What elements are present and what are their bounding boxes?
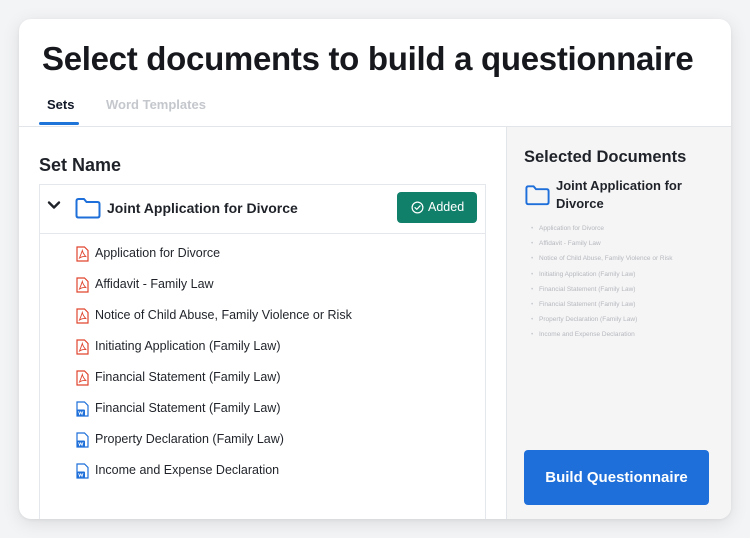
chevron-down-icon[interactable]: [46, 197, 62, 213]
selected-set-name: Joint Application for Divorce: [556, 178, 682, 211]
document-label: Property Declaration (Family Law): [95, 432, 284, 446]
dialog-card: Select documents to build a questionnair…: [19, 19, 731, 519]
set-row[interactable]: Joint Application for Divorce Added: [40, 185, 485, 234]
list-item[interactable]: Notice of Child Abuse, Family Violence o…: [76, 307, 476, 327]
added-button[interactable]: Added: [397, 192, 477, 223]
selected-documents-list: Application for Divorce Affidavit - Fami…: [531, 224, 673, 346]
tab-word-templates[interactable]: Word Templates: [106, 97, 206, 112]
tab-sets[interactable]: Sets: [47, 97, 74, 112]
list-item: Financial Statement (Family Law): [531, 285, 673, 300]
folder-icon: [75, 198, 101, 219]
word-doc-icon: [76, 463, 89, 479]
document-label: Initiating Application (Family Law): [95, 339, 281, 353]
pdf-icon: [76, 370, 89, 386]
list-item: Initiating Application (Family Law): [531, 270, 673, 285]
list-item[interactable]: Initiating Application (Family Law): [76, 338, 476, 358]
document-label: Financial Statement (Family Law): [95, 401, 281, 415]
added-label: Added: [428, 200, 465, 214]
sets-panel: Set Name Joint Application for Divorce A…: [19, 127, 506, 519]
list-item[interactable]: Property Declaration (Family Law): [76, 431, 476, 451]
active-tab-indicator: [39, 122, 79, 125]
document-label: Financial Statement (Family Law): [95, 370, 281, 384]
list-item: Financial Statement (Family Law): [531, 300, 673, 315]
pdf-icon: [76, 308, 89, 324]
list-item: Application for Divorce: [531, 224, 673, 239]
list-item: Affidavit - Family Law: [531, 239, 673, 254]
selected-documents-heading: Selected Documents: [524, 148, 687, 166]
document-label: Income and Expense Declaration: [95, 463, 280, 477]
set-name-heading: Set Name: [39, 155, 122, 175]
set-name-label: Joint Application for Divorce: [107, 200, 298, 216]
list-item[interactable]: Financial Statement (Family Law): [76, 369, 476, 389]
page-title: Select documents to build a questionnair…: [42, 40, 694, 77]
list-item: Notice of Child Abuse, Family Violence o…: [531, 254, 673, 269]
document-label: Affidavit - Family Law: [95, 277, 214, 291]
pdf-icon: [76, 339, 89, 355]
word-doc-icon: [76, 401, 89, 417]
check-circle-icon: [411, 201, 424, 214]
folder-icon: [525, 185, 550, 206]
build-questionnaire-button[interactable]: Build Questionnaire: [524, 450, 709, 505]
pdf-icon: [76, 277, 89, 293]
list-item[interactable]: Income and Expense Declaration: [76, 462, 476, 482]
document-label: Notice of Child Abuse, Family Violence o…: [95, 308, 352, 322]
set-list: Joint Application for Divorce Added Appl…: [39, 184, 486, 519]
word-doc-icon: [76, 432, 89, 448]
list-item: Property Declaration (Family Law): [531, 315, 673, 330]
list-item[interactable]: Affidavit - Family Law: [76, 276, 476, 296]
pdf-icon: [76, 246, 89, 262]
list-item: Income and Expense Declaration: [531, 330, 673, 345]
list-item[interactable]: Application for Divorce: [76, 245, 476, 265]
list-item[interactable]: Financial Statement (Family Law): [76, 400, 476, 420]
selected-documents-panel: Selected Documents Joint Application for…: [506, 127, 731, 519]
document-label: Application for Divorce: [95, 246, 221, 260]
